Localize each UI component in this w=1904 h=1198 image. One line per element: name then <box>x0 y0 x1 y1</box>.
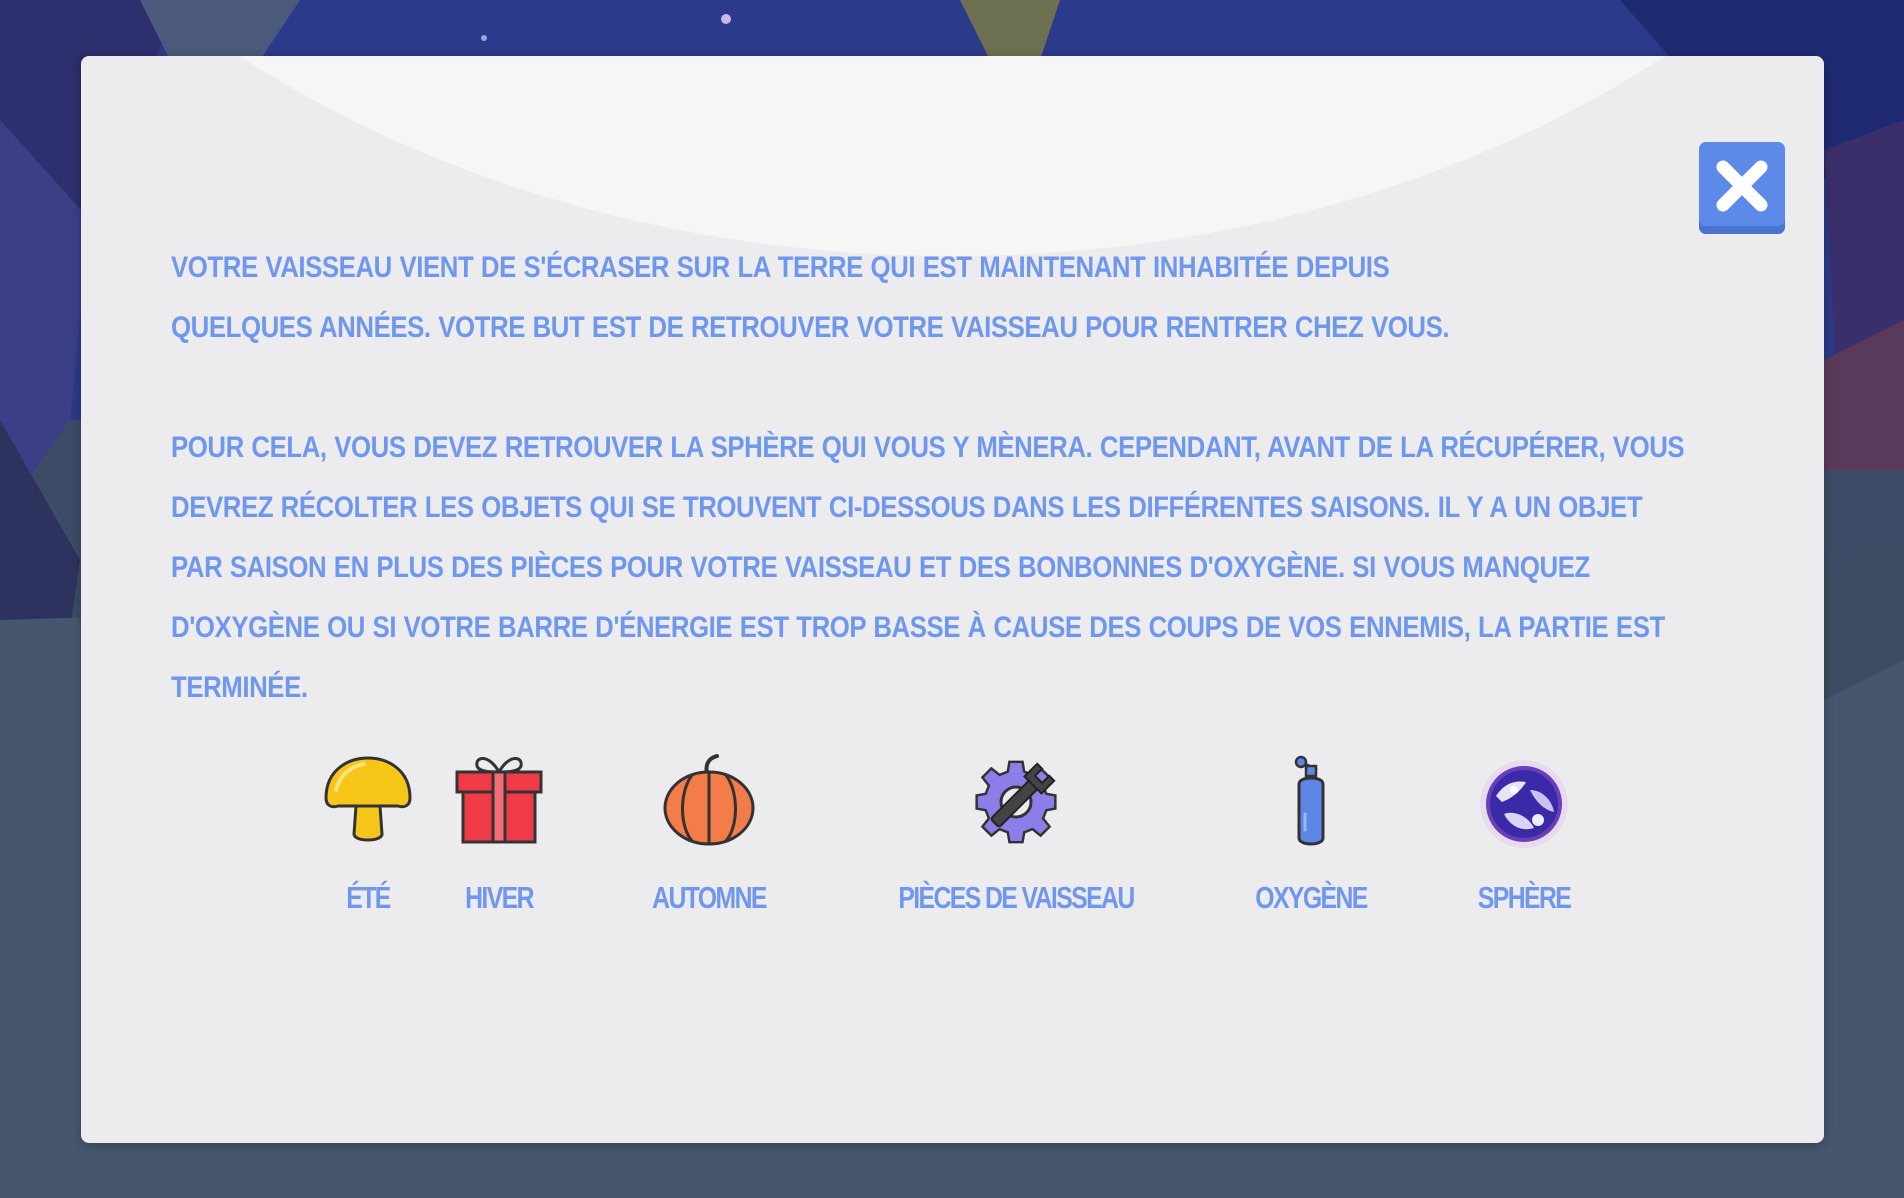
item-label: PIÈCES DE VAISSEAU <box>898 880 1135 915</box>
item-label: OXYGÈNE <box>1255 880 1368 915</box>
mushroom-icon <box>324 756 412 842</box>
oxygen-tank-icon <box>1294 755 1325 846</box>
collectibles-list: ÉTÉ HIVER AUTOMNE PIÈCES DE VAISSEAU OXY… <box>81 56 1824 1143</box>
instructions-dialog: Votre vaisseau vient de s'écraser sur la… <box>81 56 1824 1143</box>
gear-wrench-icon <box>975 760 1057 844</box>
pumpkin-icon <box>663 754 755 846</box>
gift-icon <box>455 757 543 844</box>
sphere-icon <box>1480 760 1568 848</box>
item-label: HIVER <box>465 880 534 915</box>
item-label: SPHÈRE <box>1477 880 1572 915</box>
item-label: ÉTÉ <box>346 880 391 915</box>
item-label: AUTOMNE <box>652 880 767 915</box>
